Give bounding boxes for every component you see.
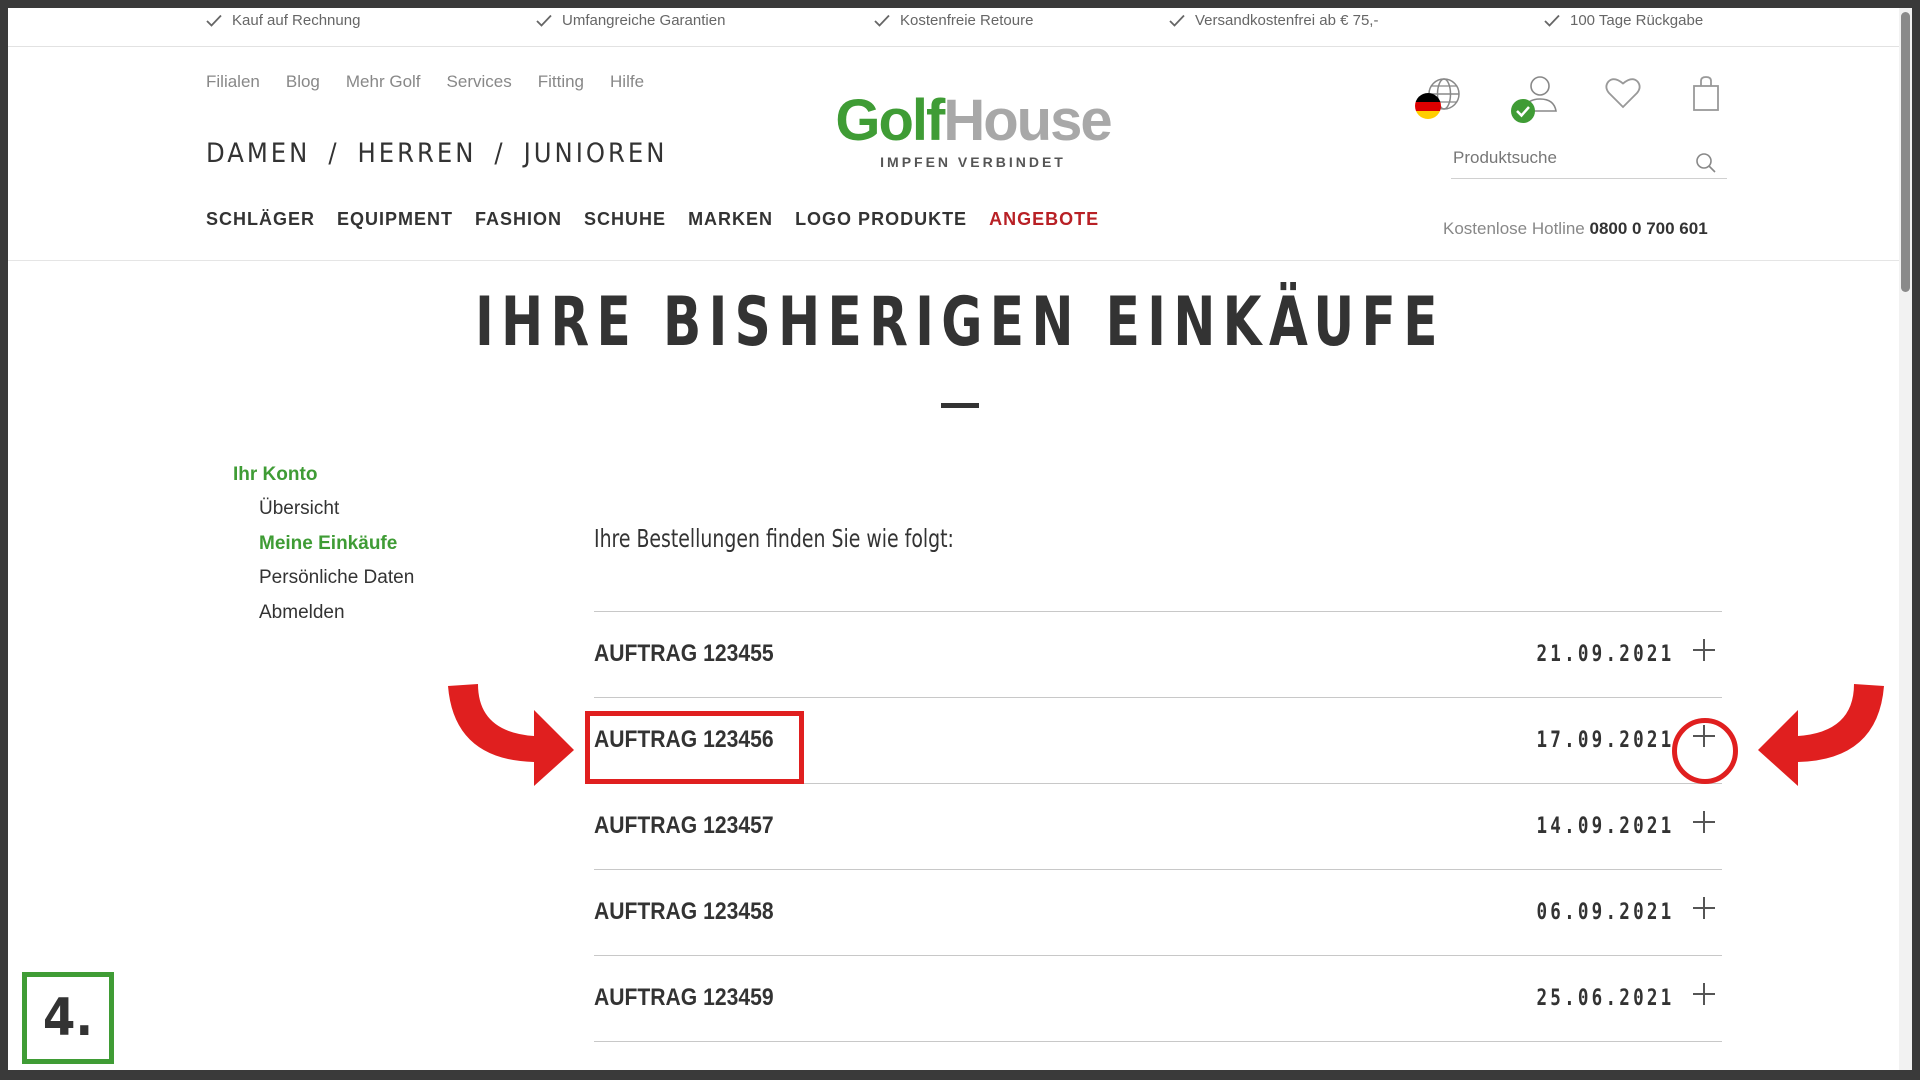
language-selector[interactable] (1410, 74, 1464, 131)
order-row[interactable]: AUFTRAG 123457 14.09.2021 (594, 783, 1722, 869)
logo-text-house: House (943, 88, 1112, 153)
usp-item: Versandkostenfrei ab € 75,- (1169, 12, 1378, 29)
checkmark-icon (206, 14, 222, 27)
checkmark-icon (1544, 14, 1560, 27)
user-logged-in-icon (1511, 76, 1557, 123)
sidebar-item-abmelden[interactable]: Abmelden (259, 601, 414, 636)
logo-text-golf: Golf (835, 88, 945, 153)
usp-item: Umfangreiche Garantien (536, 12, 725, 29)
order-number: AUFTRAG 123455 (594, 640, 774, 667)
nav-schuhe[interactable]: SCHUHE (584, 209, 666, 230)
title-divider (941, 403, 979, 408)
scrollbar-thumb[interactable] (1901, 12, 1910, 292)
meta-nav-hilfe[interactable]: Hilfe (610, 72, 644, 92)
usp-item: Kauf auf Rechnung (206, 12, 360, 29)
sidebar-heading[interactable]: Ihr Konto (233, 464, 317, 486)
wishlist-button[interactable] (1604, 74, 1642, 119)
order-number: AUFTRAG 123459 (594, 984, 774, 1011)
usp-item: 100 Tage Rückgabe (1544, 12, 1703, 29)
step-number-badge: 4. (22, 972, 114, 1064)
header-divider (8, 260, 1903, 261)
gender-nav: DAMEN / HERREN / JUNIOREN (206, 138, 667, 169)
product-search (1451, 144, 1727, 179)
sidebar-item-uebersicht[interactable]: Übersicht (259, 497, 414, 532)
order-date: 21.09.2021 (1536, 642, 1674, 667)
nav-fashion[interactable]: FASHION (475, 209, 562, 230)
annotation-arrow-left-icon (1758, 684, 1884, 786)
gender-nav-herren[interactable]: HERREN (358, 138, 477, 169)
sidebar-item-persoenliche-daten[interactable]: Persönliche Daten (259, 566, 414, 601)
usp-item: Kostenfreie Retoure (874, 12, 1033, 29)
nav-equipment[interactable]: EQUIPMENT (337, 209, 453, 230)
checkmark-icon (1169, 14, 1185, 27)
meta-nav-blog[interactable]: Blog (286, 72, 320, 92)
page-title: IHRE BISHERIGEN EINKÄUFE (475, 283, 1445, 362)
order-number: AUFTRAG 123458 (594, 898, 774, 925)
hotline: Kostenlose Hotline 0800 0 700 601 (1443, 219, 1708, 239)
order-date: 17.09.2021 (1536, 728, 1674, 753)
meta-nav-mehr-golf[interactable]: Mehr Golf (346, 72, 421, 92)
meta-nav-services[interactable]: Services (447, 72, 512, 92)
hotline-label: Kostenlose Hotline (1443, 219, 1585, 238)
usp-bar: Kauf auf Rechnung Umfangreiche Garantien… (8, 8, 1903, 47)
nav-schlaeger[interactable]: SCHLÄGER (206, 209, 315, 230)
expand-plus-icon[interactable] (1690, 980, 1718, 1008)
expand-plus-icon[interactable] (1690, 636, 1718, 664)
nav-angebote[interactable]: ANGEBOTE (989, 209, 1099, 230)
browser-viewport: Kauf auf Rechnung Umfangreiche Garantien… (8, 8, 1912, 1070)
gender-nav-separator: / (328, 138, 340, 169)
scrollbar[interactable] (1899, 8, 1912, 1070)
order-date: 14.09.2021 (1536, 814, 1674, 839)
checkmark-icon (874, 14, 890, 27)
account-button[interactable] (1502, 74, 1564, 131)
annotation-arrow-right-icon (448, 684, 574, 786)
meta-nav-fitting[interactable]: Fitting (538, 72, 584, 92)
nav-marken[interactable]: MARKEN (688, 209, 773, 230)
search-icon[interactable] (1695, 152, 1717, 174)
search-input[interactable] (1451, 144, 1683, 168)
meta-nav-filialen[interactable]: Filialen (206, 72, 260, 92)
orders-list: AUFTRAG 123455 21.09.2021 AUFTRAG 123456… (594, 611, 1722, 1042)
cart-button[interactable] (1691, 74, 1721, 119)
order-date: 06.09.2021 (1536, 900, 1674, 925)
main-nav: SCHLÄGER EQUIPMENT FASHION SCHUHE MARKEN… (206, 209, 1099, 230)
checkmark-icon (536, 14, 552, 27)
sidebar-item-meine-einkaeufe[interactable]: Meine Einkäufe (259, 532, 414, 567)
orders-intro: Ihre Bestellungen finden Sie wie folgt: (594, 524, 954, 553)
order-date: 25.06.2021 (1536, 986, 1674, 1011)
nav-logo-produkte[interactable]: LOGO PRODUKTE (795, 209, 967, 230)
order-row[interactable]: AUFTRAG 123458 06.09.2021 (594, 869, 1722, 955)
gender-nav-junioren[interactable]: JUNIOREN (524, 138, 668, 169)
annotation-highlight-box (585, 711, 804, 784)
hotline-number[interactable]: 0800 0 700 601 (1590, 219, 1708, 238)
order-row[interactable]: AUFTRAG 123455 21.09.2021 (594, 611, 1722, 697)
annotation-highlight-circle (1672, 718, 1738, 784)
gender-nav-damen[interactable]: DAMEN (206, 138, 310, 169)
order-number: AUFTRAG 123457 (594, 812, 774, 839)
logo-tagline: IMPFEN VERBINDET (880, 154, 1066, 170)
order-row[interactable]: AUFTRAG 123459 25.06.2021 (594, 955, 1722, 1042)
heart-icon (1605, 78, 1641, 109)
globe-flag-icon (1415, 78, 1460, 119)
gender-nav-separator: / (494, 138, 506, 169)
expand-plus-icon[interactable] (1690, 894, 1718, 922)
shopping-bag-icon (1693, 76, 1719, 111)
meta-nav: Filialen Blog Mehr Golf Services Fitting… (206, 72, 644, 92)
sidebar-account-nav: Übersicht Meine Einkäufe Persönliche Dat… (259, 497, 414, 635)
expand-plus-icon[interactable] (1690, 808, 1718, 836)
golfhouse-logo[interactable]: GolfHouse IMPFEN VERBINDET (828, 90, 1118, 180)
